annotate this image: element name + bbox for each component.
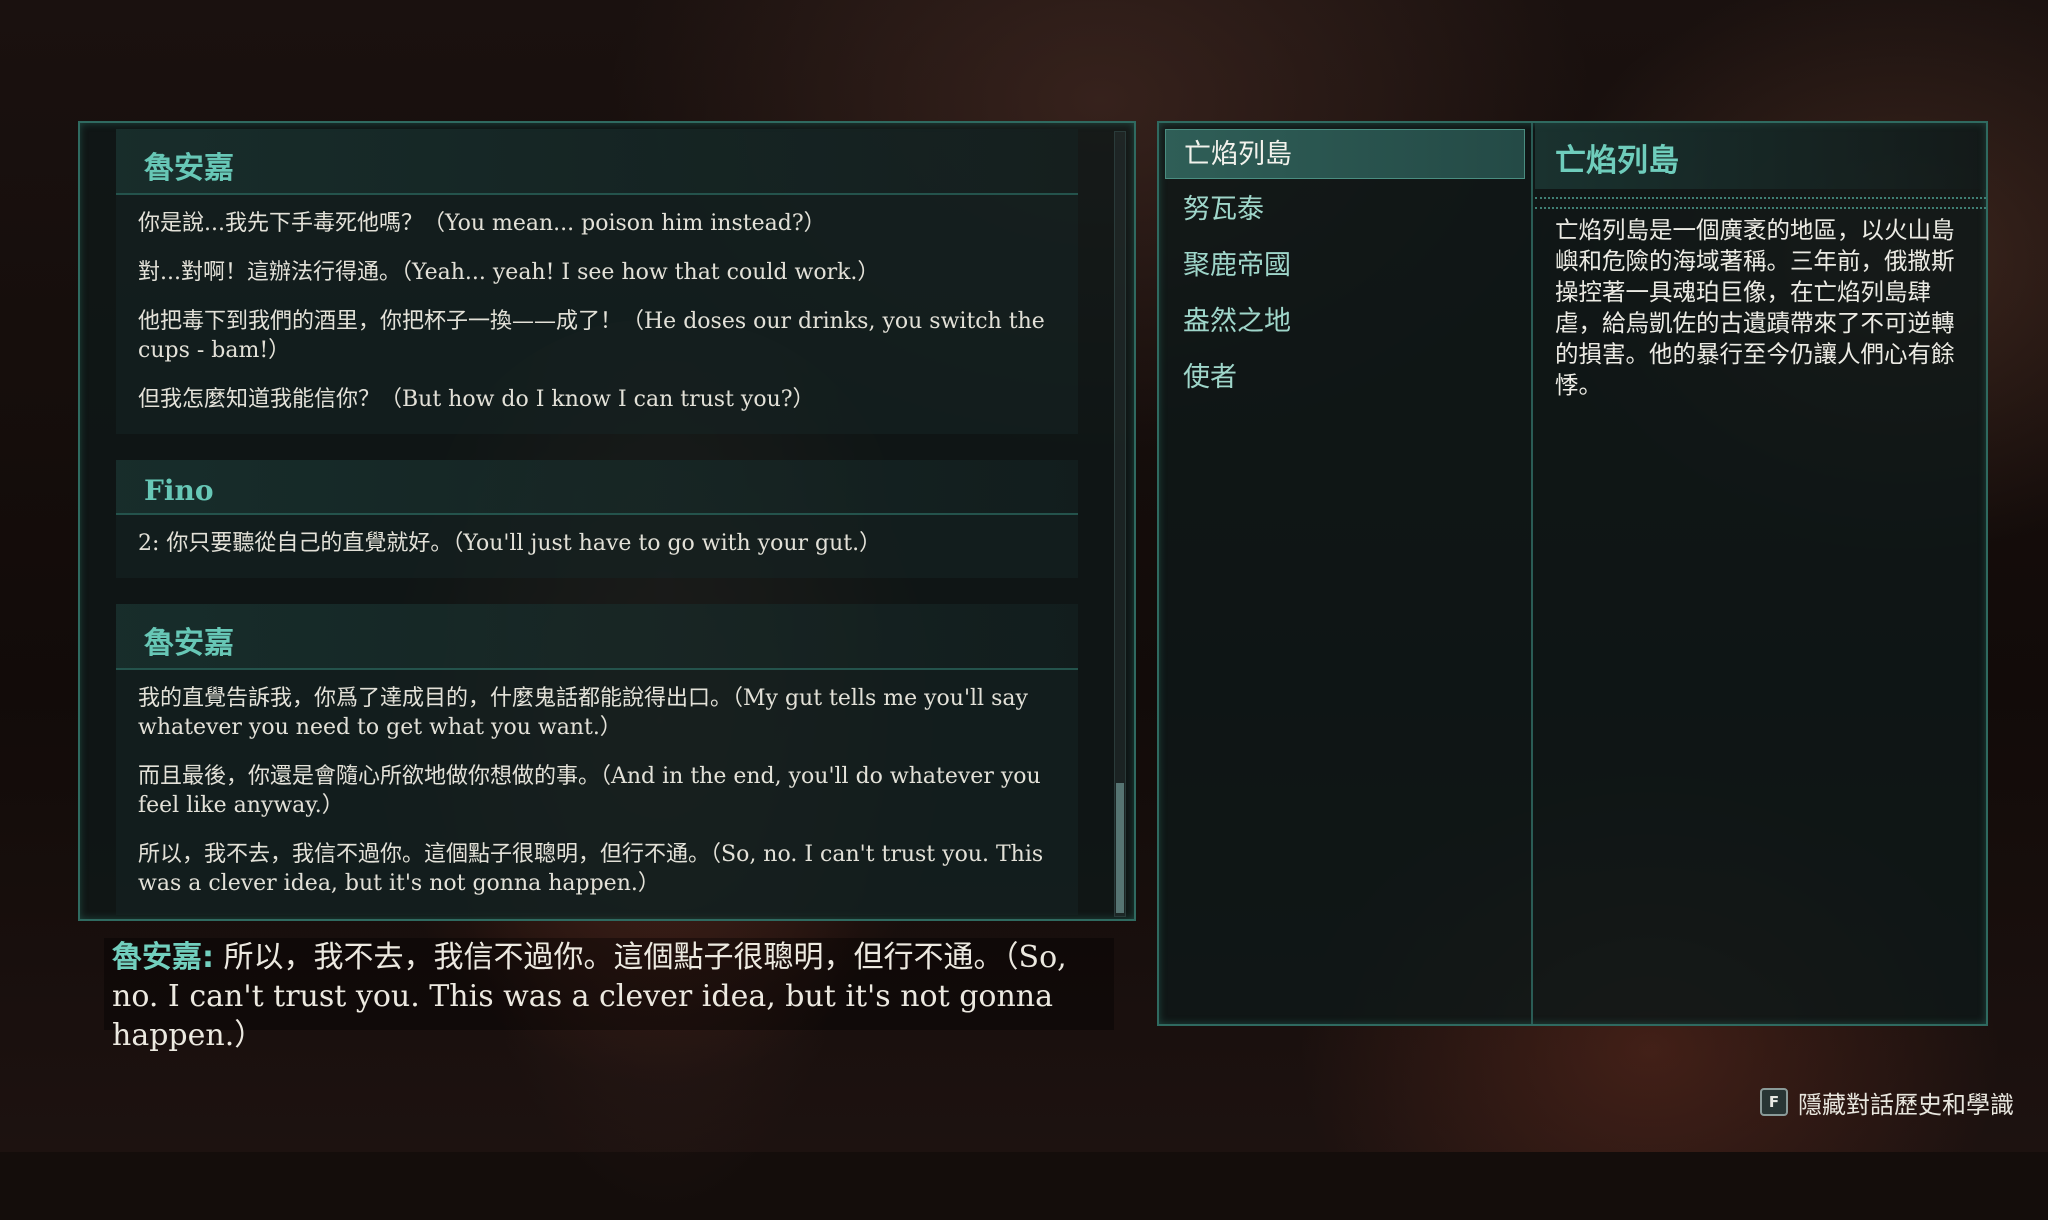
dialogue-history-scroll-area[interactable]: 魯安嘉 你是說...我先下手毒死他嗎？（You mean... poison h… — [116, 129, 1078, 915]
dialogue-block: 魯安嘉 你是說...我先下手毒死他嗎？（You mean... poison h… — [116, 129, 1078, 434]
lore-item-envoy[interactable]: 使者 — [1165, 353, 1525, 403]
lore-item-aedyr-empire[interactable]: 聚鹿帝國 — [1165, 241, 1525, 291]
dialogue-line: 所以，我不去，我信不過你。這個點子很聰明，但行不通。（So, no. I can… — [138, 842, 1044, 896]
lore-panel: 亡焰列島 努瓦泰 聚鹿帝國 盎然之地 使者 亡焰列島 亡焰列島是一個廣袤的地區，… — [1157, 121, 1988, 1026]
lore-item-nuvatai[interactable]: 努瓦泰 — [1165, 185, 1525, 235]
dialogue-line: 但我怎麼知道我能信你？（But how do I know I can trus… — [138, 387, 815, 412]
lore-detail-text: 亡焰列島是一個廣袤的地區，以火山島嶼和危險的海域著稱。三年前，俄撒斯操控著一具魂… — [1555, 216, 1955, 399]
dialogue-line: 我的直覺告訴我，你爲了達成目的，什麼鬼話都能說得出口。（My gut tells… — [138, 686, 1028, 740]
speaker-name: Fino — [116, 460, 1078, 515]
dialogue-lines: 你是說...我先下手毒死他嗎？（You mean... poison him i… — [116, 195, 1078, 434]
hide-history-hint[interactable]: F 隱藏對話歷史和學識 — [1760, 1086, 2014, 1119]
speaker-name: 魯安嘉 — [116, 604, 1078, 670]
lore-detail-title: 亡焰列島 — [1535, 123, 1986, 189]
f-key-icon: F — [1760, 1088, 1788, 1116]
lore-item-living-lands[interactable]: 盎然之地 — [1165, 297, 1525, 347]
dialogue-line: 對...對啊！這辦法行得通。（Yeah... yeah! I see how t… — [138, 260, 880, 285]
lore-topic-list: 亡焰列島 努瓦泰 聚鹿帝國 盎然之地 使者 — [1159, 123, 1533, 1024]
dialogue-history-panel[interactable]: 魯安嘉 你是說...我先下手毒死他嗎？（You mean... poison h… — [78, 121, 1136, 921]
lore-item-ashen-isles[interactable]: 亡焰列島 — [1165, 129, 1525, 179]
dialogue-line: 他把毒下到我們的酒里，你把杯子一換——成了！（He doses our drin… — [138, 309, 1045, 363]
dialogue-line: 2: 你只要聽從自己的直覺就好。（You'll just have to go … — [138, 531, 882, 556]
dialogue-lines: 我的直覺告訴我，你爲了達成目的，什麼鬼話都能說得出口。（My gut tells… — [116, 670, 1078, 915]
subtitle-speaker: 魯安嘉: — [112, 940, 214, 975]
dialogue-lines: 2: 你只要聽從自己的直覺就好。（You'll just have to go … — [116, 515, 1078, 578]
dialogue-block: Fino 2: 你只要聽從自己的直覺就好。（You'll just have t… — [116, 460, 1078, 578]
lore-divider — [1535, 197, 1986, 209]
speaker-name: 魯安嘉 — [116, 129, 1078, 195]
dialogue-line: 你是說...我先下手毒死他嗎？（You mean... poison him i… — [138, 211, 826, 236]
dialogue-line: 而且最後，你還是會隨心所欲地做你想做的事。（And in the end, yo… — [138, 764, 1041, 818]
lore-detail: 亡焰列島 亡焰列島是一個廣袤的地區，以火山島嶼和危險的海域著稱。三年前，俄撒斯操… — [1535, 123, 1986, 1024]
hide-history-label: 隱藏對話歷史和學識 — [1798, 1090, 2014, 1119]
current-subtitle: 魯安嘉: 所以，我不去，我信不過你。這個點子很聰明，但行不通。（So, no. … — [104, 938, 1114, 1053]
dialogue-block: 魯安嘉 我的直覺告訴我，你爲了達成目的，什麼鬼話都能說得出口。（My gut t… — [116, 604, 1078, 915]
dialogue-scrollbar-thumb[interactable] — [1116, 783, 1124, 913]
